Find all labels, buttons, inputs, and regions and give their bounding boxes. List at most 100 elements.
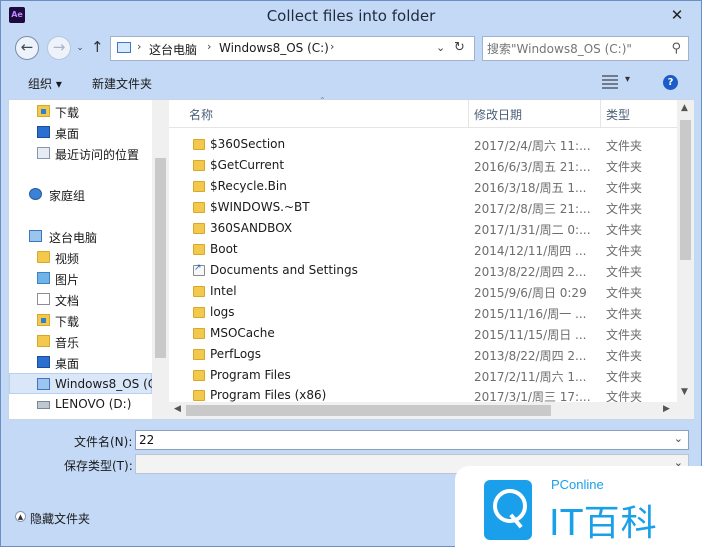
shortcut-folder-icon — [193, 263, 205, 276]
filename-field[interactable]: ⌄ — [135, 430, 689, 450]
file-name: $WINDOWS.~BT — [210, 200, 310, 214]
file-name: Boot — [210, 242, 238, 256]
nav-item-this-pc[interactable]: 这台电脑 — [9, 226, 152, 247]
file-type: 文件夹 — [606, 370, 643, 384]
music-folder-icon — [37, 335, 50, 347]
filename-dropdown-icon[interactable]: ⌄ — [674, 432, 683, 445]
nav-item-downloads-2[interactable]: 下载 — [9, 310, 152, 331]
scroll-down-icon[interactable]: ▼ — [681, 387, 688, 397]
this-pc-icon — [29, 230, 42, 242]
breadcrumb-separator: › — [207, 40, 212, 53]
pconline-watermark: PConline IT百科 — [455, 466, 702, 548]
file-name: MSOCache — [210, 326, 275, 340]
nav-item-lenovo-d[interactable]: LENOVO (D:) — [9, 394, 152, 415]
nav-item-label: 音乐 — [55, 336, 80, 350]
close-button[interactable]: ✕ — [663, 5, 691, 25]
navigation-pane-scrollbar[interactable] — [152, 100, 169, 419]
scrollbar-thumb[interactable] — [155, 158, 166, 358]
nav-item-label: Windows8_OS (C — [55, 377, 157, 391]
column-divider[interactable] — [600, 100, 601, 128]
column-name-header[interactable]: 名称 — [189, 106, 213, 123]
breadcrumb-c-drive[interactable]: Windows8_OS (C:) — [219, 41, 329, 55]
file-list[interactable]: ⌃ 名称 修改日期 类型 $360Section 2017/2/4/周六 11:… — [169, 96, 694, 419]
file-row[interactable]: $Recycle.Bin 2016/3/18/周五 1... 文件夹 — [169, 176, 677, 197]
forward-button[interactable]: → — [47, 36, 71, 60]
back-button[interactable]: ← — [15, 36, 39, 60]
file-row[interactable]: logs 2015/11/16/周一 ... 文件夹 — [169, 302, 677, 323]
system-drive-icon — [37, 378, 50, 390]
navigation-row: ← → ⌄ ↑ › 这台电脑 › Windows8_OS (C:) › ⌄ ↻ … — [1, 32, 701, 66]
folder-icon — [193, 349, 205, 360]
scroll-left-icon[interactable]: ◀ — [174, 404, 181, 414]
nav-item-desktop-2[interactable]: 桌面 — [9, 352, 152, 373]
file-row[interactable]: Intel 2015/9/6/周日 0:29 文件夹 — [169, 281, 677, 302]
search-icon[interactable]: ⚲ — [671, 41, 681, 56]
nav-item-pictures[interactable]: 图片 — [9, 268, 152, 289]
change-view-icon[interactable] — [602, 75, 618, 89]
address-bar[interactable]: › 这台电脑 › Windows8_OS (C:) › ⌄ ↻ — [110, 36, 475, 61]
nav-item-windows8-os-c[interactable]: Windows8_OS (C — [9, 373, 156, 394]
file-list-horizontal-scrollbar[interactable]: ◀ ▶ — [169, 402, 677, 419]
file-type: 文件夹 — [606, 181, 643, 195]
up-one-level-button[interactable]: ↑ — [91, 38, 104, 56]
file-date: 2013/8/22/周四 2... — [474, 265, 587, 279]
file-row[interactable]: Program Files 2017/2/11/周六 1... 文件夹 — [169, 365, 677, 386]
scroll-up-icon[interactable]: ▲ — [681, 103, 688, 113]
file-date: 2016/3/18/周五 1... — [474, 181, 587, 195]
file-type: 文件夹 — [606, 390, 643, 402]
help-icon[interactable]: ? — [663, 75, 678, 90]
organize-menu-button[interactable]: 组织 ▾ — [28, 75, 62, 92]
file-row[interactable]: Program Files (x86) 2017/3/1/周三 17:... 文… — [169, 385, 677, 402]
hide-folders-label: 隐藏文件夹 — [30, 512, 91, 526]
search-box[interactable]: ⚲ — [482, 36, 689, 61]
file-name: PerfLogs — [210, 347, 262, 361]
file-date: 2015/11/16/周一 ... — [474, 307, 587, 321]
file-row[interactable]: $GetCurrent 2016/6/3/周五 21:... 文件夹 — [169, 155, 677, 176]
recent-locations-dropdown[interactable]: ⌄ — [73, 36, 87, 60]
nav-item-homegroup[interactable]: 家庭组 — [9, 184, 152, 205]
navigation-pane[interactable]: 下载 桌面 最近访问的位置 家庭组 这台电脑 视频 图片 文档 下载 音乐 桌面… — [9, 100, 169, 419]
file-type: 文件夹 — [606, 265, 643, 279]
column-type-header[interactable]: 类型 — [606, 106, 630, 123]
file-row[interactable]: $WINDOWS.~BT 2017/2/8/周三 21:... 文件夹 — [169, 197, 677, 218]
search-input[interactable] — [487, 40, 662, 57]
scroll-right-icon[interactable]: ▶ — [663, 404, 670, 414]
file-type: 文件夹 — [606, 307, 643, 321]
scrollbar-thumb[interactable] — [680, 120, 691, 260]
file-row[interactable]: Documents and Settings 2013/8/22/周四 2...… — [169, 260, 677, 281]
nav-item-label: 家庭组 — [49, 189, 86, 203]
breadcrumb-this-pc[interactable]: 这台电脑 — [149, 41, 197, 58]
nav-item-desktop[interactable]: 桌面 — [9, 122, 152, 143]
refresh-icon[interactable]: ↻ — [454, 40, 465, 55]
nav-item-videos[interactable]: 视频 — [9, 247, 152, 268]
address-history-dropdown-icon[interactable]: ⌄ — [436, 41, 445, 54]
nav-item-label: 下载 — [55, 315, 80, 329]
nav-item-downloads[interactable]: 下载 — [9, 101, 152, 122]
new-folder-button[interactable]: 新建文件夹 — [92, 75, 152, 92]
file-row[interactable]: PerfLogs 2013/8/22/周四 2... 文件夹 — [169, 344, 677, 365]
homegroup-icon — [29, 188, 42, 200]
file-row[interactable]: $360Section 2017/2/4/周六 11:... 文件夹 — [169, 134, 677, 155]
filetype-label: 保存类型(T): — [64, 459, 133, 473]
column-divider[interactable] — [468, 100, 469, 128]
file-name: logs — [210, 305, 235, 319]
watermark-brand: PConline — [551, 477, 604, 492]
file-date: 2017/2/11/周六 1... — [474, 370, 587, 384]
content-area: 下载 桌面 最近访问的位置 家庭组 这台电脑 视频 图片 文档 下载 音乐 桌面… — [8, 96, 694, 420]
file-type: 文件夹 — [606, 328, 643, 342]
file-list-vertical-scrollbar[interactable]: ▲ ▼ — [677, 100, 694, 402]
file-row[interactable]: Boot 2014/12/11/周四 ... 文件夹 — [169, 239, 677, 260]
breadcrumb-separator[interactable]: › — [330, 40, 334, 53]
nav-item-music[interactable]: 音乐 — [9, 331, 152, 352]
scrollbar-thumb[interactable] — [186, 405, 551, 416]
file-row[interactable]: MSOCache 2015/11/15/周日 ... 文件夹 — [169, 323, 677, 344]
nav-item-recent-places[interactable]: 最近访问的位置 — [9, 143, 152, 164]
nav-item-documents[interactable]: 文档 — [9, 289, 152, 310]
view-options-dropdown-icon[interactable]: ▾ — [625, 74, 630, 85]
chevron-up-icon: ▲ — [15, 511, 26, 522]
file-row[interactable]: 360SANDBOX 2017/1/31/周二 0:... 文件夹 — [169, 218, 677, 239]
file-name: Program Files (x86) — [210, 388, 327, 402]
file-date: 2014/12/11/周四 ... — [474, 244, 587, 258]
filename-input[interactable] — [139, 432, 659, 448]
column-date-header[interactable]: 修改日期 — [474, 106, 522, 123]
